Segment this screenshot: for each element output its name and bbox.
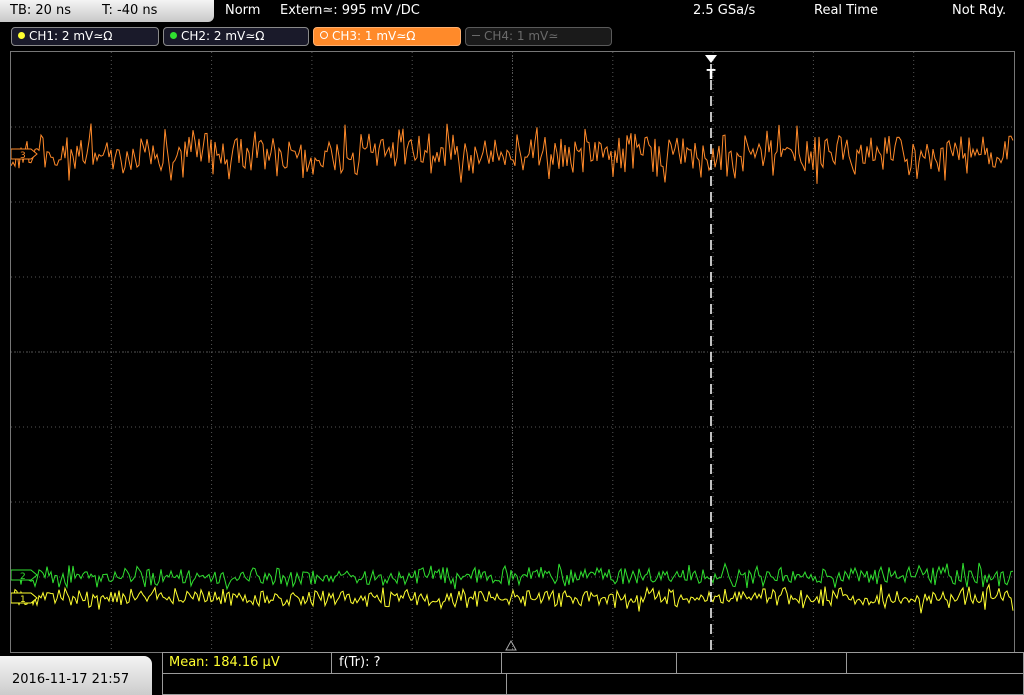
measurement-panel[interactable]: Mean: 184.16 µV f(Tr): ? bbox=[162, 652, 1024, 695]
trigger-status: Not Rdy. bbox=[952, 3, 1007, 18]
waveform-canvas: T 3 2 1 bbox=[11, 52, 1014, 652]
ch3-marker-label: 3 bbox=[20, 151, 26, 161]
time-reference-icon bbox=[505, 639, 517, 651]
ch2-marker-label: 2 bbox=[20, 572, 26, 582]
ch4-label: CH4: 1 mV≃ bbox=[484, 29, 559, 43]
trigger-marker-label: T bbox=[707, 68, 716, 83]
waveform-display[interactable]: T 3 2 1 bbox=[10, 51, 1015, 653]
ch1-label: CH1: 2 mV≃Ω bbox=[29, 29, 113, 43]
status-bar: TB: 20 ns T: -40 ns Norm Extern≃: 995 mV… bbox=[0, 0, 1024, 24]
trigger-mode[interactable]: Norm bbox=[225, 3, 260, 18]
channel-bar: CH1: 2 mV≃Ω CH2: 2 mV≃Ω CH3: 1 mV≃Ω CH4:… bbox=[0, 26, 1024, 48]
ch1-marker-label: 1 bbox=[20, 595, 26, 605]
ch3-level-marker: 3 bbox=[11, 148, 38, 161]
trigger-source[interactable]: Extern≃: 995 mV ∕DC bbox=[280, 3, 420, 18]
datetime-panel: 2016-11-17 21:57 bbox=[0, 656, 152, 695]
channel-tab-ch4[interactable]: CH4: 1 mV≃ bbox=[465, 27, 612, 46]
timebase-label[interactable]: TB: 20 ns bbox=[10, 3, 71, 18]
ch3-label: CH3: 1 mV≃Ω bbox=[332, 29, 416, 43]
measurement-rise-frequency[interactable]: f(Tr): ? bbox=[339, 655, 381, 670]
timebase-panel[interactable]: TB: 20 ns T: -40 ns bbox=[0, 0, 214, 22]
acquisition-mode[interactable]: Real Time bbox=[814, 3, 878, 18]
channel-tab-ch1[interactable]: CH1: 2 mV≃Ω bbox=[11, 27, 159, 46]
ch2-label: CH2: 2 mV≃Ω bbox=[181, 29, 265, 43]
ch2-waveform bbox=[11, 562, 1014, 591]
measurement-mean[interactable]: Mean: 184.16 µV bbox=[169, 655, 280, 670]
channel-tab-ch2[interactable]: CH2: 2 mV≃Ω bbox=[163, 27, 309, 46]
trigger-marker-icon bbox=[705, 55, 717, 63]
ch4-off-icon bbox=[472, 35, 480, 36]
ch1-indicator-icon bbox=[18, 32, 25, 39]
ch2-indicator-icon bbox=[170, 32, 177, 39]
channel-tab-ch3[interactable]: CH3: 1 mV≃Ω bbox=[313, 27, 461, 46]
trigger-offset-label[interactable]: T: -40 ns bbox=[102, 3, 157, 18]
datetime-label: 2016-11-17 21:57 bbox=[12, 672, 130, 687]
ch3-indicator-icon bbox=[320, 31, 328, 39]
graticule-grid bbox=[11, 52, 1014, 652]
sample-rate: 2.5 GSa/s bbox=[693, 3, 756, 18]
